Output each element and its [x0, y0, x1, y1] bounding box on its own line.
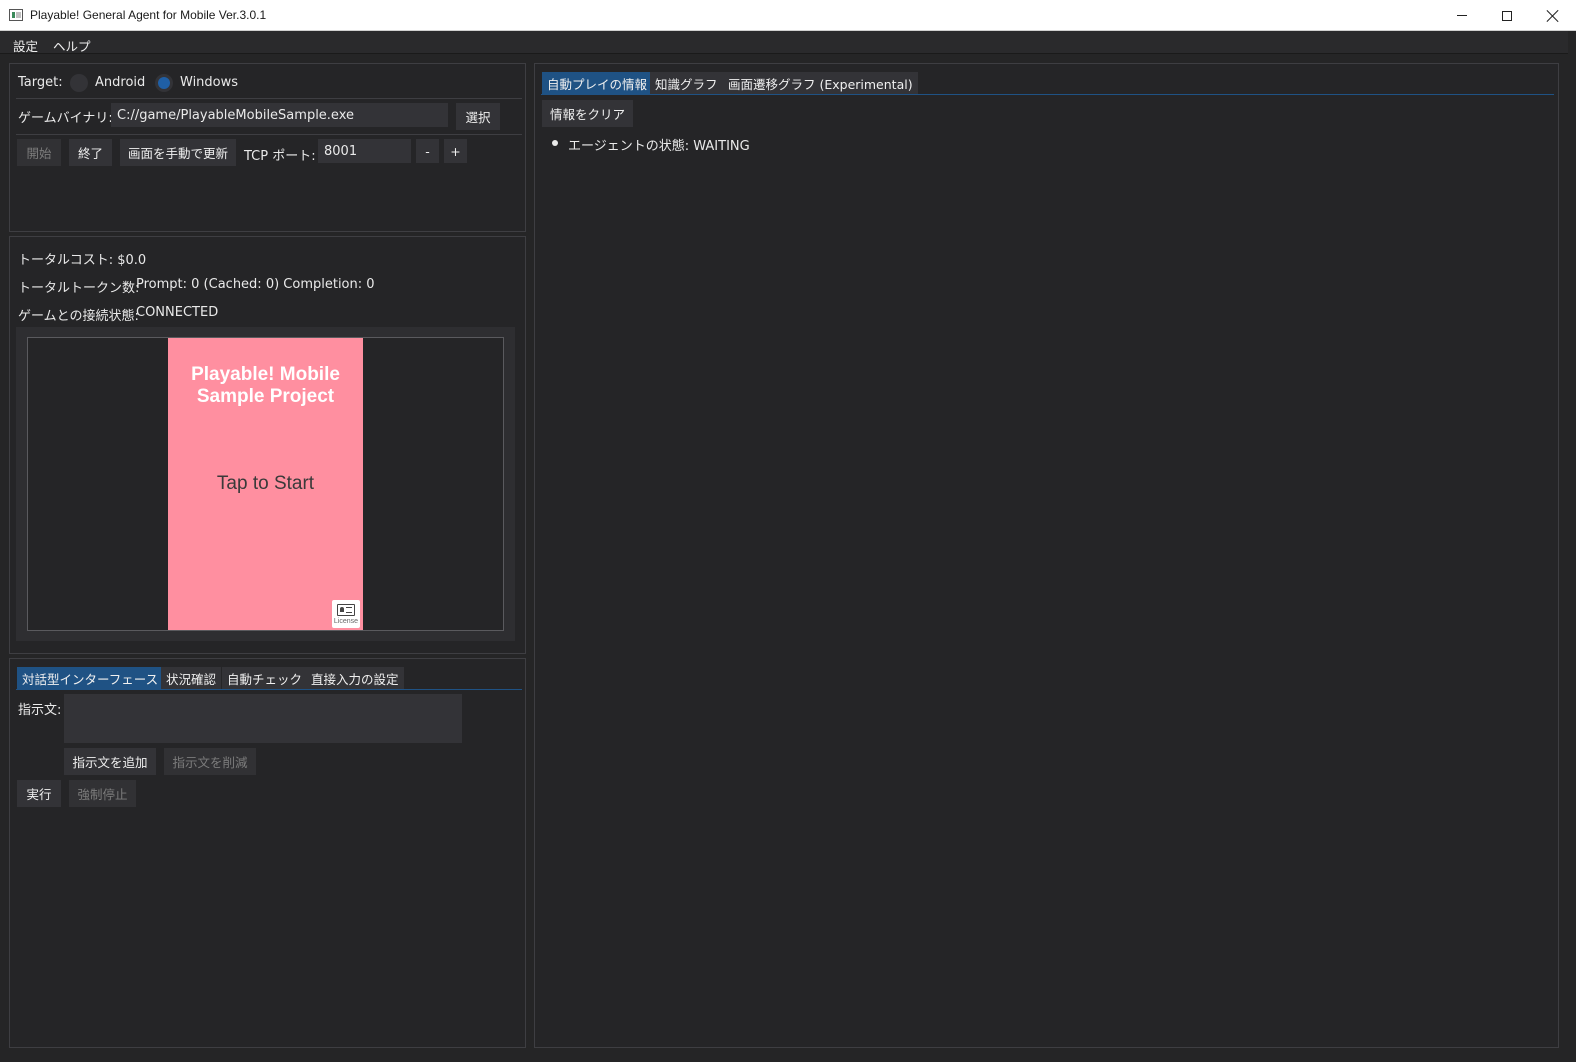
title-bar: Playable! General Agent for Mobile Ver.3…	[0, 0, 1576, 31]
app-icon	[9, 9, 23, 21]
select-button[interactable]: 選択	[456, 103, 500, 130]
tab-autoplay-info[interactable]: 自動プレイの情報	[542, 72, 653, 94]
remove-instruction-button[interactable]: 指示文を削減	[164, 748, 256, 775]
maximize-button[interactable]	[1484, 0, 1530, 31]
menu-bar: 設定 ヘルプ	[0, 31, 1568, 54]
agent-status: エージェントの状態: WAITING	[568, 139, 750, 154]
target-label: Target:	[18, 75, 63, 90]
license-icon	[337, 604, 355, 616]
radio-windows-label[interactable]: Windows	[180, 75, 238, 90]
game-screen[interactable]: Playable! Mobile Sample Project Tap to S…	[168, 338, 363, 630]
refresh-screen-button[interactable]: 画面を手動で更新	[120, 139, 236, 166]
tap-to-start[interactable]: Tap to Start	[168, 473, 363, 495]
minimize-icon	[1457, 15, 1467, 16]
close-button[interactable]	[1530, 0, 1576, 31]
total-tokens-label: トータルトークン数:	[18, 281, 140, 296]
force-stop-button[interactable]: 強制停止	[69, 780, 136, 807]
window-title: Playable! General Agent for Mobile Ver.3…	[30, 8, 267, 22]
game-title: Playable! Mobile Sample Project	[191, 364, 340, 407]
radio-windows[interactable]	[155, 74, 173, 92]
tab-underline	[541, 94, 1554, 95]
port-decrement-button[interactable]: -	[416, 139, 439, 163]
license-label: License	[333, 618, 359, 625]
menu-settings[interactable]: 設定	[13, 36, 38, 55]
info-panel	[534, 63, 1559, 1048]
tcp-port-input[interactable]: 8001	[318, 139, 411, 163]
tcp-port-label: TCP ポート:	[244, 149, 316, 164]
radio-android-label[interactable]: Android	[95, 75, 145, 90]
radio-android[interactable]	[70, 74, 88, 92]
license-button[interactable]: License	[332, 600, 360, 628]
binary-path-input[interactable]: C://game/PlayableMobileSample.exe	[111, 103, 448, 127]
minimize-button[interactable]	[1439, 0, 1485, 31]
instruction-input[interactable]	[64, 694, 462, 743]
close-icon	[1547, 10, 1559, 22]
instruction-label: 指示文:	[18, 703, 62, 718]
port-increment-button[interactable]: +	[444, 139, 467, 163]
connection-status: CONNECTED	[136, 305, 219, 320]
binary-label: ゲームバイナリ:	[18, 111, 113, 126]
tab-interactive[interactable]: 対話型インターフェース	[17, 667, 164, 689]
connection-label: ゲームとの接続状態:	[18, 309, 139, 324]
tab-screen-transition-graph[interactable]: 画面遷移グラフ (Experimental)	[723, 72, 918, 94]
clear-info-button[interactable]: 情報をクリア	[542, 100, 633, 127]
divider	[16, 134, 522, 135]
tab-status-check[interactable]: 状況確認	[161, 667, 222, 689]
tab-direct-input[interactable]: 直接入力の設定	[306, 667, 404, 689]
tab-auto-check[interactable]: 自動チェック	[222, 667, 308, 689]
run-button[interactable]: 実行	[17, 780, 61, 807]
tab-underline	[16, 689, 522, 690]
tab-knowledge-graph[interactable]: 知識グラフ	[650, 72, 723, 94]
maximize-icon	[1502, 10, 1512, 21]
stop-button[interactable]: 終了	[69, 139, 112, 166]
total-cost: トータルコスト: $0.0	[18, 253, 147, 268]
bullet-icon	[552, 140, 558, 146]
total-tokens-value: Prompt: 0 (Cached: 0) Completion: 0	[136, 277, 375, 292]
add-instruction-button[interactable]: 指示文を追加	[64, 748, 156, 775]
menu-help[interactable]: ヘルプ	[53, 36, 91, 55]
start-button[interactable]: 開始	[17, 139, 61, 166]
divider	[16, 98, 522, 99]
